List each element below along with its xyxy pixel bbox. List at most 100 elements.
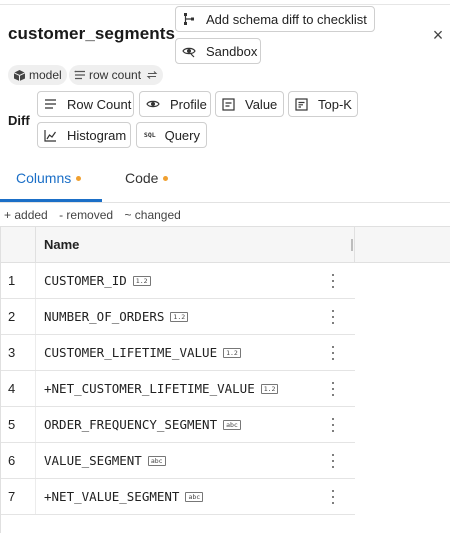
row-index: 6: [8, 453, 16, 468]
row-index: 4: [8, 381, 16, 396]
sql-icon: SQL: [143, 131, 156, 139]
tab-columns[interactable]: Columns: [16, 170, 82, 186]
add-schema-diff-label: Add schema diff to checklist: [206, 11, 367, 27]
column-type-badge: abc: [185, 491, 204, 502]
list-icon: [74, 69, 86, 81]
value-diff-label: Value: [245, 96, 278, 112]
add-schema-diff-button[interactable]: Add schema diff to checklist: [175, 6, 375, 32]
more-options-icon[interactable]: [329, 416, 337, 434]
more-options-icon[interactable]: [329, 308, 337, 326]
column-name: CUSTOMER_ID 1.2: [44, 273, 151, 288]
table-row[interactable]: 5 ORDER_FREQUENCY_SEGMENT abc: [0, 407, 355, 443]
table-header: Name: [0, 226, 450, 263]
column-name-text: +NET_VALUE_SEGMENT: [44, 489, 180, 504]
model-title: customer_segments: [8, 24, 176, 43]
column-name: NUMBER_OF_ORDERS 1.2: [44, 309, 189, 324]
row-count-diff-label: Row Count: [67, 96, 132, 112]
model-chip: model: [8, 65, 67, 85]
column-name-text: +NET_CUSTOMER_LIFETIME_VALUE: [44, 381, 255, 396]
sandbox-button[interactable]: Sandbox: [175, 38, 261, 64]
query-diff-label: Query: [164, 127, 200, 143]
tabs-divider: [0, 202, 450, 203]
diff-label: Diff: [8, 113, 30, 128]
profile-diff-label: Profile: [170, 96, 207, 112]
row-index: 1: [8, 273, 16, 288]
legend-changed: ~ changed: [124, 208, 181, 222]
row-divider: [35, 263, 36, 298]
header-name[interactable]: Name: [44, 237, 79, 252]
more-options-icon[interactable]: [329, 452, 337, 470]
row-index: 3: [8, 345, 16, 360]
query-diff-button[interactable]: SQL Query: [136, 122, 207, 148]
sandbox-label: Sandbox: [206, 43, 258, 59]
row-index: 5: [8, 417, 16, 432]
tab-code-label: Code: [125, 170, 159, 186]
model-chip-label: model: [29, 68, 62, 82]
column-name-text: CUSTOMER_LIFETIME_VALUE: [44, 345, 218, 360]
eye-search-icon: [146, 97, 160, 111]
table-icon: [222, 97, 235, 111]
column-name-text: CUSTOMER_ID: [44, 273, 127, 288]
column-name: VALUE_SEGMENT abc: [44, 453, 166, 468]
table-left-border: [0, 226, 1, 533]
column-type-badge: 1.2: [260, 383, 279, 394]
tab-code[interactable]: Code: [125, 170, 169, 186]
row-divider: [35, 479, 36, 514]
tab-columns-label: Columns: [16, 170, 72, 186]
histogram-icon: [44, 128, 57, 142]
column-type-badge: 1.2: [170, 311, 189, 322]
value-diff-button[interactable]: Value: [215, 91, 284, 117]
histogram-diff-label: Histogram: [67, 127, 127, 143]
row-divider: [35, 299, 36, 334]
column-name-text: VALUE_SEGMENT: [44, 453, 142, 468]
tab-code-indicator-dot: [163, 175, 169, 181]
row-index: 7: [8, 489, 16, 504]
column-type-badge: 1.2: [223, 347, 241, 358]
table-row[interactable]: 3 CUSTOMER_LIFETIME_VALUE 1.2: [0, 335, 355, 371]
column-name: +NET_CUSTOMER_LIFETIME_VALUE 1.2: [44, 381, 279, 396]
row-count-chip[interactable]: row count: [69, 65, 164, 85]
top-divider: [0, 4, 450, 5]
column-type-badge: abc: [223, 419, 241, 430]
diff-legend: + added - removed ~ changed: [4, 208, 189, 222]
close-icon[interactable]: ×: [430, 26, 446, 44]
column-name: CUSTOMER_LIFETIME_VALUE 1.2: [44, 345, 241, 360]
row-count-diff-button[interactable]: Row Count: [37, 91, 134, 117]
more-options-icon[interactable]: [329, 488, 337, 506]
row-divider: [35, 407, 36, 442]
cube-icon: [13, 69, 26, 82]
schema-diff-icon: [182, 12, 196, 26]
histogram-diff-button[interactable]: Histogram: [37, 122, 131, 148]
column-name-text: ORDER_FREQUENCY_SEGMENT: [44, 417, 218, 432]
refresh-icon[interactable]: [146, 69, 158, 81]
column-type-badge: abc: [147, 455, 166, 466]
more-options-icon[interactable]: [329, 380, 337, 398]
row-divider: [35, 443, 36, 478]
row-divider: [35, 335, 36, 370]
sandbox-icon: [182, 44, 196, 58]
bars-icon: [295, 97, 308, 111]
column-type-badge: 1.2: [132, 275, 151, 286]
table-row[interactable]: 7 +NET_VALUE_SEGMENT abc: [0, 479, 355, 515]
legend-added: + added: [4, 208, 48, 222]
column-name: ORDER_FREQUENCY_SEGMENT abc: [44, 417, 241, 432]
tab-columns-indicator-dot: [76, 175, 82, 181]
legend-removed: - removed: [59, 208, 114, 222]
column-name: +NET_VALUE_SEGMENT abc: [44, 489, 204, 504]
table-row[interactable]: 1 CUSTOMER_ID 1.2: [0, 263, 355, 299]
list-icon: [44, 97, 57, 111]
table-row[interactable]: 4 +NET_CUSTOMER_LIFETIME_VALUE 1.2: [0, 371, 355, 407]
top-k-diff-button[interactable]: Top-K: [288, 91, 358, 117]
header-divider: [35, 227, 36, 263]
column-resize-handle[interactable]: [351, 239, 353, 251]
profile-diff-button[interactable]: Profile: [139, 91, 211, 117]
row-index: 2: [8, 309, 16, 324]
table-row[interactable]: 6 VALUE_SEGMENT abc: [0, 443, 355, 479]
row-count-chip-label: row count: [89, 68, 142, 82]
more-options-icon[interactable]: [329, 344, 337, 362]
header-divider: [354, 227, 355, 263]
more-options-icon[interactable]: [329, 272, 337, 290]
table-row[interactable]: 2 NUMBER_OF_ORDERS 1.2: [0, 299, 355, 335]
row-divider: [35, 371, 36, 406]
column-name-text: NUMBER_OF_ORDERS: [44, 309, 165, 324]
